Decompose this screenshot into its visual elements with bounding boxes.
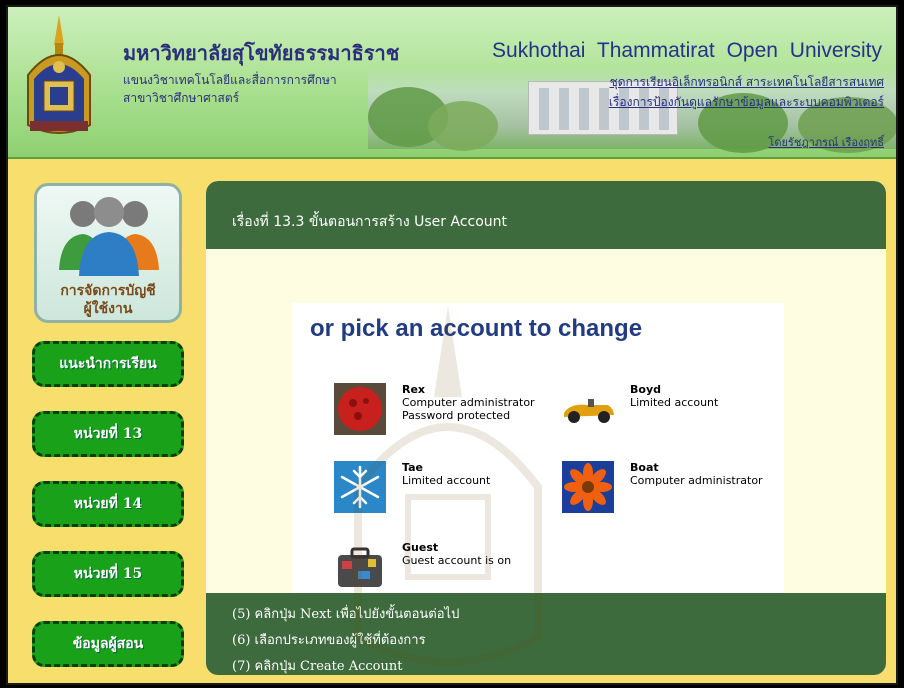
- nav-unit-13[interactable]: หน่วยที่ 13: [32, 411, 184, 457]
- course-topic: เรื่องการป้องกันดูแลรักษาข้อมูลและระบบคอ…: [608, 95, 884, 109]
- university-name-english: Sukhothai Thammatirat Open University: [492, 39, 882, 62]
- user-card-label-2: ผู้ใช้งาน: [83, 301, 133, 317]
- account-name: Boat: [630, 461, 659, 474]
- nav-learning-guide[interactable]: แนะนำการเรียน: [32, 341, 184, 387]
- account-boyd[interactable]: Boyd Limited account: [562, 383, 772, 439]
- account-type: Limited account: [630, 396, 719, 409]
- account-name: Boyd: [630, 383, 661, 396]
- flower-icon: [562, 461, 614, 513]
- watermark-logo: [354, 307, 542, 666]
- nav-instructor-info[interactable]: ข้อมูลผู้สอน: [32, 621, 184, 667]
- site-header: มหาวิทยาลัยสุโขทัยธรรมาธิราช แขนงวิชาเทค…: [8, 7, 896, 159]
- app-window: มหาวิทยาลัยสุโขทัยธรรมาธิราช แขนงวิชาเทค…: [6, 5, 898, 685]
- user-account-card[interactable]: การจัดการบัญชี ผู้ใช้งาน: [34, 183, 182, 323]
- author-name: โดยรัชฎาภรณ์ เรืองฤทธิ์: [768, 136, 884, 149]
- course-series: ชุดการเรียนอิเล็กทรอนิกส์ สาระเทคโนโลยีส…: [609, 75, 884, 89]
- university-name-thai: มหาวิทยาลัยสุโขทัยธรรมาธิราช: [123, 41, 400, 65]
- department-name: แขนงวิชาเทคโนโลยีและสื่อการการศึกษา: [123, 73, 337, 87]
- nav-unit-15[interactable]: หน่วยที่ 15: [32, 551, 184, 597]
- account-boat[interactable]: Boat Computer administrator: [562, 461, 772, 517]
- panel-header: เรื่องที่ 13.3 ขั้นตอนการสร้าง User Acco…: [206, 181, 886, 249]
- branch-name: สาขาวิชาศึกษาศาสตร์: [123, 91, 240, 105]
- race-car-icon: [564, 399, 614, 423]
- nav-unit-14[interactable]: หน่วยที่ 14: [32, 481, 184, 527]
- users-group-icon: [59, 197, 159, 276]
- account-type: Computer administrator: [630, 474, 763, 487]
- lesson-title: เรื่องที่ 13.3 ขั้นตอนการสร้าง User Acco…: [232, 214, 508, 230]
- university-logo: [27, 15, 91, 134]
